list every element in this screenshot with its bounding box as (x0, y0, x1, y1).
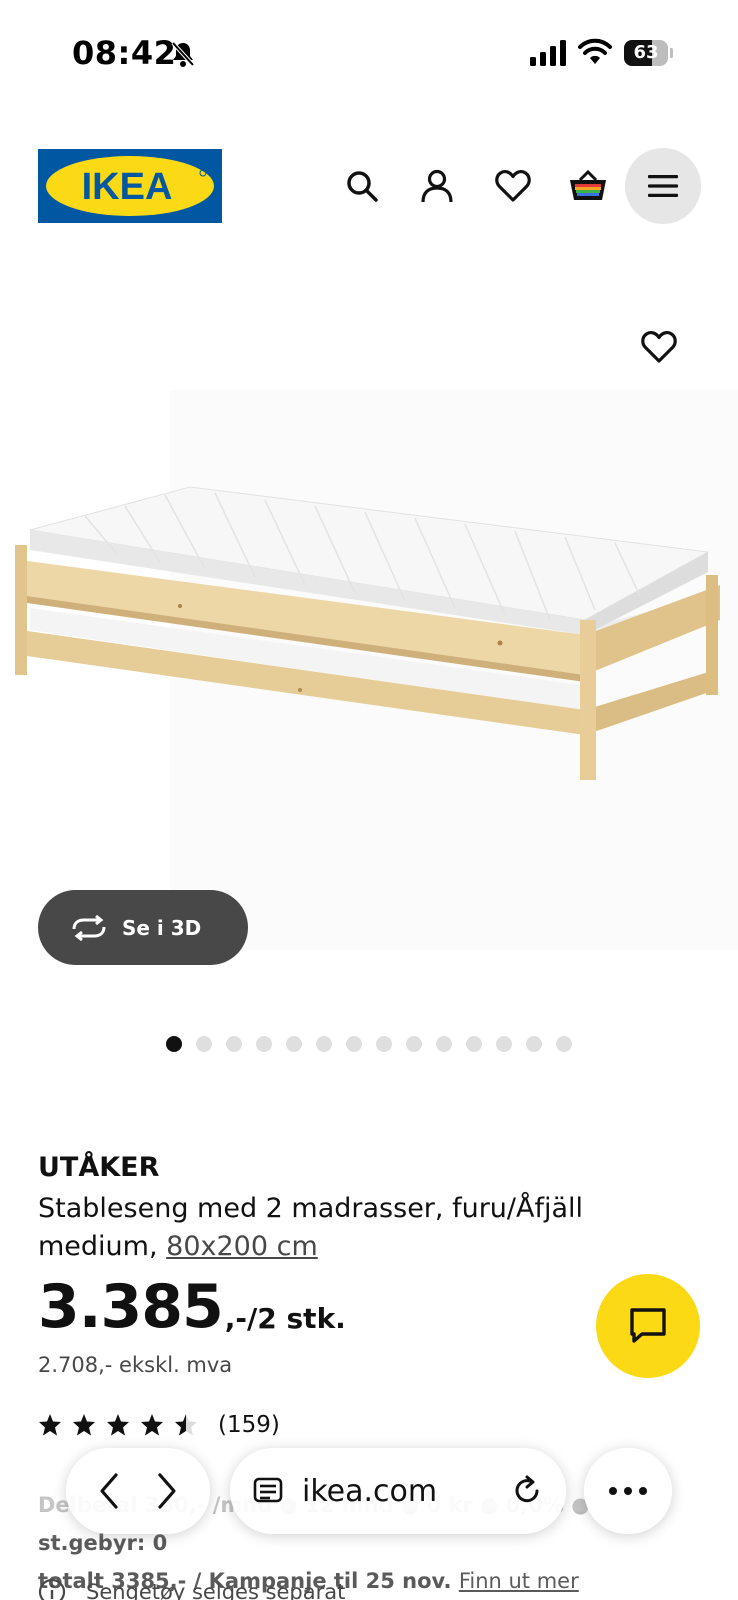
financing-read-more-link[interactable]: Finn ut mer (459, 1569, 579, 1593)
ikea-logo[interactable]: IKEA (38, 149, 222, 223)
add-to-favourites-button[interactable] (640, 330, 686, 374)
price-main: 3.385 (38, 1272, 224, 1342)
favourites-button[interactable] (491, 164, 535, 208)
battery-indicator: 63 (624, 40, 673, 66)
reload-icon[interactable] (510, 1474, 544, 1508)
browser-more-button[interactable] (584, 1448, 672, 1534)
chat-icon (630, 1308, 666, 1343)
rating-star (141, 1414, 163, 1436)
carousel-dot[interactable] (196, 1036, 212, 1052)
price-ex-vat: 2.708,- ekskl. mva (38, 1353, 233, 1377)
product-name: UTÅKER (38, 1152, 160, 1183)
carousel-dot[interactable] (466, 1036, 482, 1052)
carousel-dot[interactable] (376, 1036, 392, 1052)
carousel-dot[interactable] (556, 1036, 572, 1052)
rating-star (175, 1414, 197, 1436)
carousel-dot[interactable] (316, 1036, 332, 1052)
carousel-dot[interactable] (436, 1036, 452, 1052)
product-rating[interactable]: (159) (38, 1412, 280, 1438)
heart-icon (495, 170, 531, 202)
product-size-link[interactable]: 80x200 cm (166, 1231, 318, 1262)
product-price: 3.385 ,-/2 stk. (38, 1272, 346, 1342)
info-icon (38, 1578, 66, 1600)
menu-icon (648, 175, 678, 197)
menu-button[interactable] (625, 148, 701, 224)
basket-button[interactable] (566, 164, 610, 208)
battery-level: 63 (633, 42, 659, 63)
status-bar: 08:42 63 (0, 0, 738, 110)
bedding-notice-text: Sengetøy selges separat (86, 1580, 346, 1600)
image-carousel-dots[interactable] (166, 1036, 572, 1052)
account-icon (421, 169, 453, 203)
logo-text: IKEA (82, 166, 173, 208)
carousel-dot[interactable] (496, 1036, 512, 1052)
view-in-3d-button[interactable]: Se i 3D (38, 890, 248, 965)
carousel-dot[interactable] (226, 1036, 242, 1052)
more-icon (609, 1487, 647, 1495)
carousel-dot[interactable] (256, 1036, 272, 1052)
search-button[interactable] (340, 164, 384, 208)
chat-button[interactable] (596, 1274, 700, 1378)
back-button[interactable] (94, 1471, 124, 1511)
cellular-signal-icon (530, 40, 566, 66)
basket-icon (570, 169, 606, 200)
heart-icon (641, 331, 677, 363)
browser-nav-group (66, 1448, 210, 1534)
bell-slash-icon (171, 41, 195, 67)
wifi-icon (578, 38, 612, 64)
product-image[interactable] (0, 290, 738, 950)
rating-stars (39, 1414, 197, 1436)
rating-star (73, 1414, 95, 1436)
forward-button[interactable] (152, 1471, 182, 1511)
rotate-3d-icon (72, 914, 106, 941)
product-description: Stableseng med 2 madrasser, furu/Åfjäll … (38, 1190, 598, 1266)
rating-star (39, 1414, 61, 1436)
rating-count: (159) (218, 1412, 280, 1438)
carousel-dot[interactable] (286, 1036, 302, 1052)
search-icon (347, 171, 378, 202)
price-suffix: ,-/2 stk. (224, 1302, 346, 1335)
address-bar[interactable]: ikea.com (230, 1448, 566, 1534)
status-time: 08:42 (72, 34, 177, 72)
carousel-dot[interactable] (526, 1036, 542, 1052)
carousel-dot[interactable] (166, 1036, 182, 1052)
account-button[interactable] (415, 164, 459, 208)
page-menu-icon[interactable] (252, 1475, 284, 1507)
bedding-notice: Sengetøy selges separat (38, 1578, 345, 1600)
view-in-3d-label: Se i 3D (122, 915, 202, 940)
carousel-dot[interactable] (346, 1036, 362, 1052)
carousel-dot[interactable] (406, 1036, 422, 1052)
rating-star (107, 1414, 129, 1436)
url-text: ikea.com (302, 1473, 438, 1509)
